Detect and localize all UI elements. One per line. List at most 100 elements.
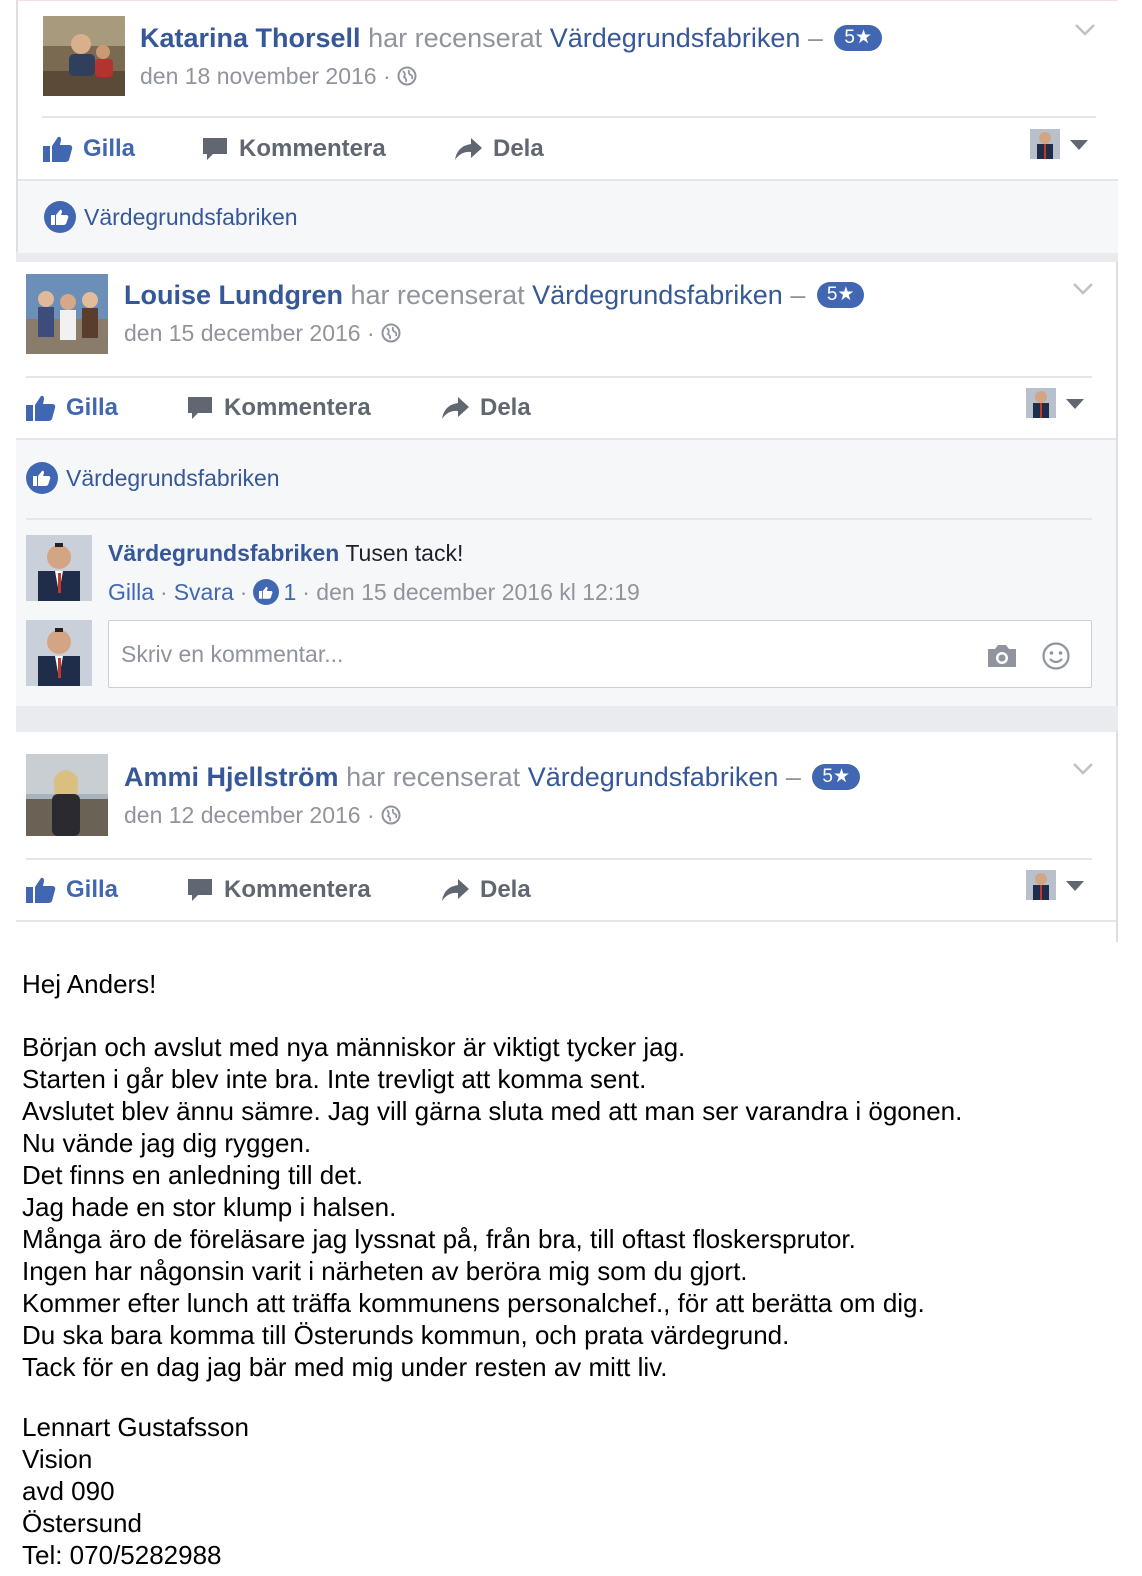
divider	[16, 920, 1116, 922]
liker-name[interactable]: Värdegrundsfabriken	[84, 202, 298, 232]
comment-composer[interactable]	[108, 620, 1092, 688]
reviewer-avatar[interactable]	[43, 16, 125, 96]
review-header: Ammi Hjellström har recenserat Värdegrun…	[124, 760, 861, 794]
like-button[interactable]: Gilla	[26, 875, 118, 905]
date-text[interactable]: den 15 december 2016 ·	[124, 320, 375, 346]
page-avatar-selector[interactable]	[1030, 129, 1060, 159]
date-text[interactable]: den 18 november 2016 ·	[140, 63, 391, 89]
page-link[interactable]: Värdegrundsfabriken	[532, 280, 783, 310]
review-header: Katarina Thorsell har recenserat Värdegr…	[140, 21, 883, 55]
share-button[interactable]: Dela	[440, 393, 531, 423]
share-label: Dela	[480, 394, 531, 421]
review-date[interactable]: den 12 december 2016 ·	[124, 800, 401, 830]
date-text[interactable]: den 12 december 2016 ·	[124, 802, 375, 828]
comment-body: Värdegrundsfabriken Tusen tack!	[108, 538, 463, 568]
comment-button[interactable]: Kommentera	[201, 134, 386, 164]
letter-line: Början och avslut med nya människor är v…	[22, 1032, 686, 1062]
chevron-down-icon[interactable]	[1074, 23, 1096, 37]
comment-icon	[203, 138, 227, 160]
letter-line: Avslutet blev ännu sämre. Jag vill gärna…	[22, 1096, 963, 1126]
globe-icon	[381, 323, 401, 343]
liker-name[interactable]: Värdegrundsfabriken	[66, 463, 280, 493]
share-button[interactable]: Dela	[440, 875, 531, 905]
review-card: Katarina Thorsell har recenserat Värdegr…	[16, 0, 1118, 253]
signature-org: Vision	[22, 1444, 93, 1474]
separator: ·	[239, 579, 248, 605]
comment-text: Tusen tack!	[345, 540, 464, 566]
globe-icon	[397, 66, 417, 86]
rating-badge: 5★	[812, 763, 861, 790]
page-link[interactable]: Värdegrundsfabriken	[550, 23, 801, 53]
signature-name: Lennart Gustafsson	[22, 1412, 249, 1442]
comment-label: Kommentera	[224, 876, 371, 903]
review-card: Ammi Hjellström har recenserat Värdegrun…	[16, 730, 1118, 942]
thumbs-up-icon	[253, 579, 280, 605]
reviewer-name[interactable]: Louise Lundgren	[124, 280, 343, 310]
dash: –	[790, 280, 806, 310]
composer-avatar	[26, 620, 92, 686]
letter-line: Ingen har någonsin varit i närheten av b…	[22, 1256, 748, 1286]
divider	[42, 116, 1096, 118]
like-button[interactable]: Gilla	[26, 393, 118, 423]
comments-panel: Värdegrundsfabriken Värdegrundsfabriken …	[16, 440, 1116, 706]
comment-button[interactable]: Kommentera	[186, 875, 371, 905]
letter-line: Du ska bara komma till Österunds kommun,…	[22, 1320, 790, 1350]
likes-summary[interactable]: Värdegrundsfabriken	[26, 462, 280, 494]
letter-greeting: Hej Anders!	[22, 969, 157, 999]
share-arrow-icon	[455, 138, 482, 160]
like-label: Gilla	[66, 876, 119, 903]
signature-city: Östersund	[22, 1508, 142, 1538]
review-date[interactable]: den 15 december 2016 ·	[124, 318, 401, 348]
letter-line: Nu vände jag dig ryggen.	[22, 1128, 312, 1158]
reviewer-avatar[interactable]	[26, 754, 108, 836]
comment-label: Kommentera	[239, 135, 386, 162]
thumbs-up-icon	[26, 462, 58, 494]
divider	[26, 858, 1092, 860]
share-label: Dela	[480, 876, 531, 903]
reviewer-name[interactable]: Katarina Thorsell	[140, 23, 361, 53]
signature-dept: avd 090	[22, 1476, 115, 1506]
reviewer-avatar[interactable]	[26, 274, 108, 354]
thumbs-up-icon	[44, 201, 76, 233]
review-verb: har recenserat	[350, 280, 525, 310]
like-button[interactable]: Gilla	[43, 134, 135, 164]
page-link[interactable]: Värdegrundsfabriken	[528, 762, 779, 792]
share-button[interactable]: Dela	[453, 134, 544, 164]
chevron-down-icon[interactable]	[1072, 762, 1094, 776]
review-card: Louise Lundgren har recenserat Värdegrun…	[16, 262, 1118, 706]
review-verb: har recenserat	[368, 23, 543, 53]
letter-line: Jag hade en stor klump i halsen.	[22, 1192, 397, 1222]
comment-author[interactable]: Värdegrundsfabriken	[108, 540, 339, 566]
chevron-down-icon[interactable]	[1072, 282, 1094, 296]
comment-like-link[interactable]: Gilla	[108, 577, 154, 607]
comment-icon	[188, 879, 212, 901]
caret-down-icon[interactable]	[1066, 881, 1084, 891]
separator: ·	[160, 579, 168, 605]
comment-reply-link[interactable]: Svara	[174, 577, 234, 607]
share-arrow-icon	[442, 397, 469, 419]
caret-down-icon[interactable]	[1066, 399, 1084, 409]
thumbs-up-icon	[43, 136, 73, 162]
share-arrow-icon	[442, 879, 469, 901]
commenter-avatar[interactable]	[26, 535, 92, 601]
dash: –	[785, 762, 801, 792]
comment-input[interactable]	[119, 631, 923, 677]
reviewer-name[interactable]: Ammi Hjellström	[124, 762, 339, 792]
comment-button[interactable]: Kommentera	[186, 393, 371, 423]
globe-icon	[381, 805, 401, 825]
card-separator	[16, 252, 1118, 262]
caret-down-icon[interactable]	[1070, 140, 1088, 150]
emoji-icon[interactable]	[1041, 641, 1071, 671]
comment-like-count[interactable]: 1	[283, 577, 296, 607]
signature-phone: Tel: 070/5282988	[22, 1540, 222, 1570]
letter-line: Många äro de föreläsare jag lyssnat på, …	[22, 1224, 856, 1254]
page-avatar-selector[interactable]	[1026, 388, 1056, 418]
page-avatar-selector[interactable]	[1026, 870, 1056, 900]
like-label: Gilla	[66, 394, 119, 421]
review-date[interactable]: den 18 november 2016 ·	[140, 61, 417, 91]
camera-icon[interactable]	[986, 643, 1018, 669]
letter-line: Kommer efter lunch att träffa kommunens …	[22, 1288, 925, 1318]
likes-summary[interactable]: Värdegrundsfabriken	[44, 201, 298, 233]
thumbs-up-icon	[26, 877, 56, 903]
comment-timestamp[interactable]: · den 15 december 2016 kl 12:19	[302, 577, 640, 607]
